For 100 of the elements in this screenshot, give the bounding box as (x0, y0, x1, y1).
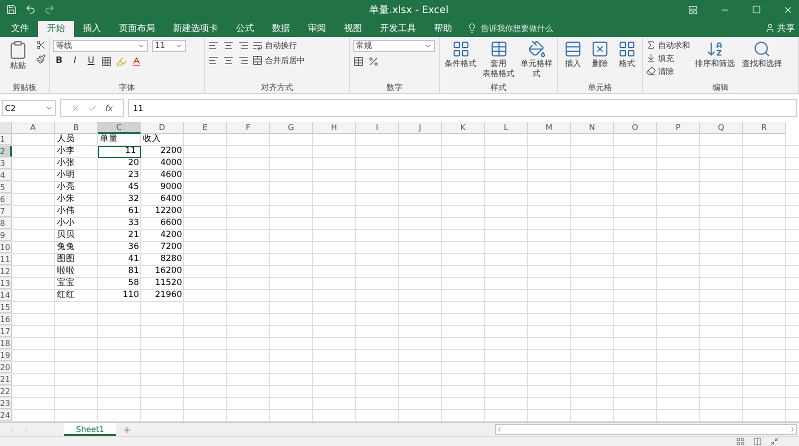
table-cell-text: 4000 (159, 158, 183, 170)
column-header[interactable]: Q (700, 122, 743, 134)
column-header[interactable]: R (743, 122, 786, 134)
bold-button[interactable]: B (53, 56, 65, 66)
row-header[interactable]: 22 (0, 386, 12, 397)
table-cell-text: 11520 (154, 278, 183, 290)
row-header[interactable]: 21 (0, 374, 12, 385)
column-header[interactable]: N (571, 122, 614, 134)
row-header[interactable]: 3 (0, 158, 12, 169)
style-button[interactable]: 套用 表格格式 (481, 40, 516, 82)
edit-menu-button[interactable]: 查找和选择 (740, 40, 784, 82)
table-cell-text: 小伟 (56, 206, 76, 218)
row-header[interactable]: 14 (0, 290, 12, 301)
ribbon-tab[interactable]: 视图 (335, 20, 371, 37)
row-header[interactable]: 2 (0, 146, 12, 157)
row-header[interactable]: 24 (0, 410, 12, 421)
ribbon-tab[interactable]: 公式 (227, 20, 263, 37)
column-header[interactable]: J (399, 122, 442, 134)
table-cell-text: 58 (127, 278, 140, 290)
row-header[interactable]: 7 (0, 206, 12, 217)
row-header[interactable]: 18 (0, 338, 12, 349)
group-title: 对齐方式 (260, 82, 294, 94)
row-header[interactable]: 19 (0, 350, 12, 361)
row-header[interactable]: 16 (0, 314, 12, 325)
table-cell-text: 21 (127, 230, 140, 242)
row-header[interactable]: 9 (0, 230, 12, 241)
column-header[interactable]: M (528, 122, 571, 134)
ribbon-tab[interactable]: 开发工具 (371, 20, 425, 37)
row-header[interactable]: 6 (0, 194, 12, 205)
ribbon-tab[interactable]: 帮助 (425, 20, 461, 37)
table-cell-text: 7200 (159, 242, 183, 254)
column-header[interactable]: I (356, 122, 399, 134)
ribbon-tab[interactable]: 数据 (263, 20, 299, 37)
edit-button[interactable]: 清除 (646, 66, 690, 77)
ribbon-tab[interactable]: 页面布局 (110, 20, 164, 37)
column-header[interactable]: A (12, 122, 55, 134)
number-format-field[interactable]: 常规 (353, 40, 435, 52)
edit-button[interactable]: 填充 (646, 52, 690, 64)
ribbon-tab[interactable]: 开始 (38, 20, 74, 37)
wrap-text-button[interactable]: 自动换行 (252, 40, 305, 51)
style-button[interactable]: 单元格样式 (519, 40, 554, 82)
ribbon-tab[interactable]: 文件 (2, 20, 38, 37)
share-button[interactable]: 共享 (765, 20, 799, 37)
row-header[interactable]: 23 (0, 398, 12, 409)
insert-function-button[interactable]: fx (105, 104, 113, 113)
cells-button[interactable]: 删除 (588, 40, 612, 82)
table-cell-text: 2200 (159, 146, 183, 158)
column-header[interactable]: P (657, 122, 700, 134)
row-header[interactable]: 4 (0, 170, 12, 181)
column-header[interactable]: H (313, 122, 356, 134)
style-button[interactable]: 条件格式 (443, 40, 478, 82)
merge-center-button[interactable]: 合并后居中 (252, 54, 305, 66)
column-header[interactable]: L (485, 122, 528, 134)
font-name-field[interactable]: 等线 (53, 40, 148, 52)
ribbon-tab[interactable]: 插入 (74, 20, 110, 37)
table-cell-text: 小张 (56, 158, 76, 170)
row-header[interactable]: 1 (0, 134, 12, 145)
edit-button[interactable]: 自动求和 (646, 40, 690, 51)
group-title: 样式 (490, 82, 508, 94)
edit-menu-button[interactable]: 排序和筛选 (693, 40, 737, 82)
group-title: 编辑 (712, 82, 730, 94)
table-cell-text: 小小 (56, 218, 76, 230)
row-header[interactable]: 15 (0, 302, 12, 313)
sheet-tab[interactable]: Sheet1 (64, 423, 116, 436)
table-cell-text: 红红 (56, 290, 76, 302)
row-header[interactable]: 5 (0, 182, 12, 193)
italic-button[interactable]: I (69, 56, 81, 66)
column-header[interactable]: B (55, 122, 98, 134)
underline-button[interactable]: U (85, 56, 97, 66)
ribbon-tab[interactable]: 新建选项卡 (164, 20, 227, 37)
paste-button[interactable]: 粘贴 (3, 40, 33, 82)
cells-button[interactable]: 插入 (561, 40, 585, 82)
row-header[interactable]: 8 (0, 218, 12, 229)
table-cell-text: 45 (127, 182, 140, 194)
column-header[interactable]: G (270, 122, 313, 134)
font-size-field[interactable]: 11 (152, 40, 186, 52)
column-header[interactable]: K (442, 122, 485, 134)
row-header[interactable]: 13 (0, 278, 12, 289)
column-header[interactable]: E (184, 122, 227, 134)
formula-field[interactable]: 11 (128, 99, 797, 118)
table-cell-text: 兔兔 (56, 242, 76, 254)
name-box[interactable]: C2 (2, 100, 56, 116)
table-cell-text: 图图 (56, 254, 76, 266)
cells-button[interactable]: 格式 (615, 40, 639, 82)
column-header[interactable]: C (98, 122, 141, 134)
table-cell-text: 4600 (159, 170, 183, 182)
column-header[interactable]: F (227, 122, 270, 134)
table-cell-text: 4200 (159, 230, 183, 242)
tell-me-field[interactable]: 告诉我你想要做什么 (467, 20, 553, 37)
table-cell-text: 啦啦 (56, 266, 76, 278)
table-cell-text: 贝贝 (56, 230, 76, 242)
ribbon-tab[interactable]: 审阅 (299, 20, 335, 37)
row-header[interactable]: 12 (0, 266, 12, 277)
row-header[interactable]: 10 (0, 242, 12, 253)
row-header[interactable]: 11 (0, 254, 12, 265)
column-header[interactable]: O (614, 122, 657, 134)
column-header[interactable]: D (141, 122, 184, 134)
table-cell-text: 小亮 (56, 182, 76, 194)
row-header[interactable]: 17 (0, 326, 12, 337)
row-header[interactable]: 20 (0, 362, 12, 373)
